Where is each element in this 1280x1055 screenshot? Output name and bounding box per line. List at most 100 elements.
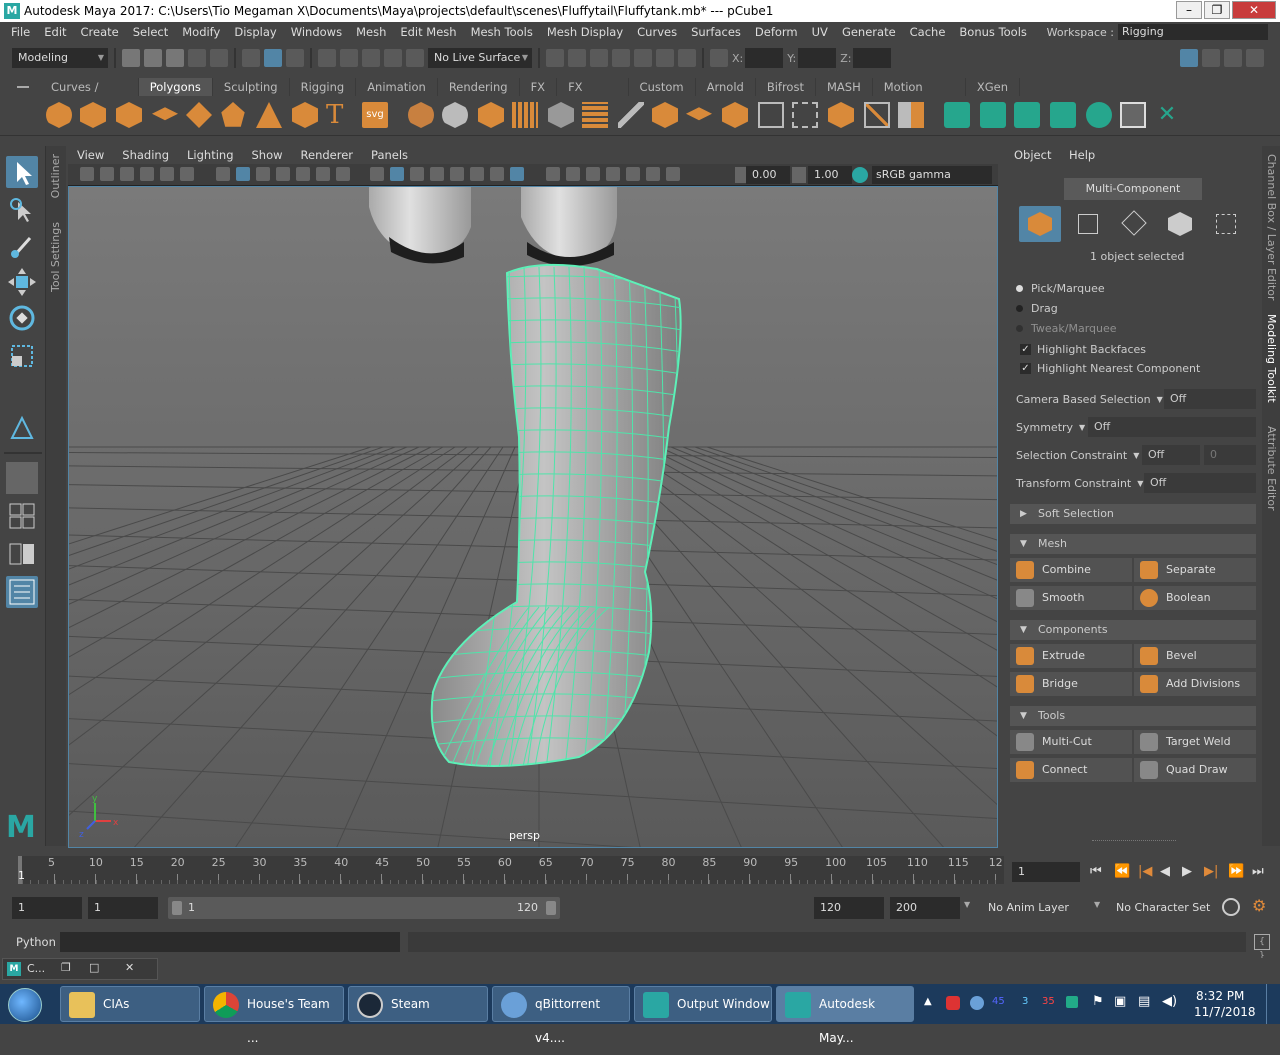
poly-cube-icon[interactable] [80,102,106,128]
object-mode-icon[interactable] [1019,206,1061,242]
auto-key-icon[interactable] [1222,898,1240,916]
uv-cylindrical-icon[interactable] [980,102,1006,128]
go-to-end-icon[interactable]: ⏭ [1252,864,1264,879]
bevel-icon[interactable] [722,102,748,128]
target-weld-icon[interactable] [864,102,890,128]
maximize-button[interactable]: ❐ [1204,1,1230,19]
select-object-icon[interactable] [264,49,282,67]
vp-menu-renderer[interactable]: Renderer [292,148,363,162]
xray-components-icon[interactable] [646,167,660,181]
playback-start-field[interactable]: 1 [88,897,158,919]
x-field[interactable] [745,48,784,68]
shelf-tab-custom[interactable]: Custom [629,78,696,96]
connect-button[interactable]: Connect [1010,758,1132,782]
shelf-tab-xgen[interactable]: XGen [966,78,1020,96]
gate-mask-icon[interactable] [276,167,290,181]
perspective-viewport[interactable]: x y z persp [68,186,998,848]
uv-mode-icon[interactable] [1205,206,1247,242]
minimize-button[interactable]: – [1176,1,1202,19]
shelf-tab-animation[interactable]: Animation [356,78,438,96]
pause-icon[interactable] [678,49,696,67]
poly-torus-icon[interactable] [186,102,212,128]
vp-menu-view[interactable]: View [68,148,113,162]
poly-cylinder-icon[interactable] [116,102,142,128]
textured-icon[interactable] [430,167,444,181]
shelf-menu-icon[interactable] [17,86,29,88]
soft-selection-section[interactable]: Soft Selection [1010,504,1256,524]
menu-file[interactable]: File [4,25,37,39]
snap-view-plane-icon[interactable] [384,49,402,67]
last-tool-icon[interactable] [6,412,38,444]
go-to-start-icon[interactable]: ⏮ [1090,864,1102,879]
shelf-tab-fx[interactable]: FX [520,78,558,96]
modeling-toolkit-tab[interactable]: Modeling Toolkit [1265,314,1278,403]
script-editor-icon[interactable]: { } [1254,934,1270,961]
shelf-tab-rendering[interactable]: Rendering [438,78,520,96]
merge-icon[interactable] [828,102,854,128]
taskbar-item-chrome[interactable]: House's Team ... [204,986,344,1045]
grid-icon[interactable] [216,167,230,181]
poly-pipe-icon[interactable] [292,102,318,128]
uv-unfold-icon[interactable] [1086,102,1112,128]
outliner-tab[interactable]: Outliner [49,154,62,198]
menu-modify[interactable]: Modify [175,25,227,39]
redo-icon[interactable] [210,49,228,67]
extrude-icon[interactable] [652,102,678,128]
multi-cut-button[interactable]: Multi-Cut [1010,730,1132,754]
mesh-section[interactable]: Mesh [1010,534,1256,554]
menu-create[interactable]: Create [74,25,126,39]
shelf-tab-bifrost[interactable]: Bifrost [756,78,816,96]
tray-number-2[interactable]: 3 [1022,996,1028,1007]
xray-joints-icon[interactable] [626,167,640,181]
shelf-tab-fx-caching[interactable]: FX Caching [557,78,629,112]
taskbar-item-steam[interactable]: Steam [348,986,488,1022]
multi-component-button[interactable]: Multi-Component [1064,178,1202,200]
separate-icon[interactable] [442,102,468,128]
menu-cache[interactable]: Cache [903,25,953,39]
shelf-tab-rigging[interactable]: Rigging [290,78,357,96]
xray-icon[interactable] [606,167,620,181]
extrude-button[interactable]: Extrude [1010,644,1132,668]
animation-end-field[interactable]: 200 [890,897,960,919]
shadows-icon[interactable] [470,167,484,181]
select-component-icon[interactable] [286,49,304,67]
resolution-gate-icon[interactable] [256,167,270,181]
snap-point-icon[interactable] [362,49,380,67]
camera-attributes-icon[interactable] [100,167,114,181]
cleanup-icon[interactable] [548,102,574,128]
smooth-button[interactable]: Smooth [1010,586,1132,610]
close-button[interactable]: ✕ [1232,1,1276,19]
play-backwards-icon[interactable]: ◀ [1160,864,1170,879]
device-icon[interactable]: ▣ [1114,994,1126,1009]
smooth-shade-icon[interactable] [390,167,404,181]
combine-icon[interactable] [408,102,434,128]
safe-action-icon[interactable] [316,167,330,181]
anim-layer-field[interactable]: No Anim Layer [982,897,1082,919]
outliner-layout-icon[interactable] [6,576,38,608]
tray-number-3[interactable]: 35 [1042,996,1055,1007]
scale-tool-icon[interactable] [6,340,38,372]
toolkit-menu-help[interactable]: Help [1069,148,1095,162]
highlight-backfaces-checkbox[interactable]: ✓ Highlight Backfaces [1020,343,1146,356]
menu-curves[interactable]: Curves [630,25,684,39]
menu-deform[interactable]: Deform [748,25,805,39]
workspace-dropdown[interactable]: Rigging [1118,24,1268,40]
make-live-icon[interactable] [406,49,424,67]
safe-title-icon[interactable] [336,167,350,181]
add-divisions-button[interactable]: Add Divisions [1134,672,1256,696]
gamma-icon[interactable] [792,167,806,183]
bridge-icon[interactable] [686,107,712,121]
selection-constraint-extra[interactable]: 0 [1204,445,1256,465]
menu-mesh-display[interactable]: Mesh Display [540,25,630,39]
menu-surfaces[interactable]: Surfaces [684,25,748,39]
uv-planar-icon[interactable] [944,102,970,128]
clock-time[interactable]: 8:32 PM [1196,989,1244,1003]
film-gate-icon[interactable] [236,167,250,181]
poly-platonic-icon[interactable] [221,102,245,127]
tray-expand-icon[interactable]: ▲ [924,996,932,1007]
y-field[interactable] [798,48,837,68]
uv-spherical-icon[interactable] [1014,102,1040,128]
animation-start-field[interactable]: 1 [12,897,82,919]
menu-windows[interactable]: Windows [284,25,349,39]
symmetry-value[interactable]: Off [1088,417,1256,437]
